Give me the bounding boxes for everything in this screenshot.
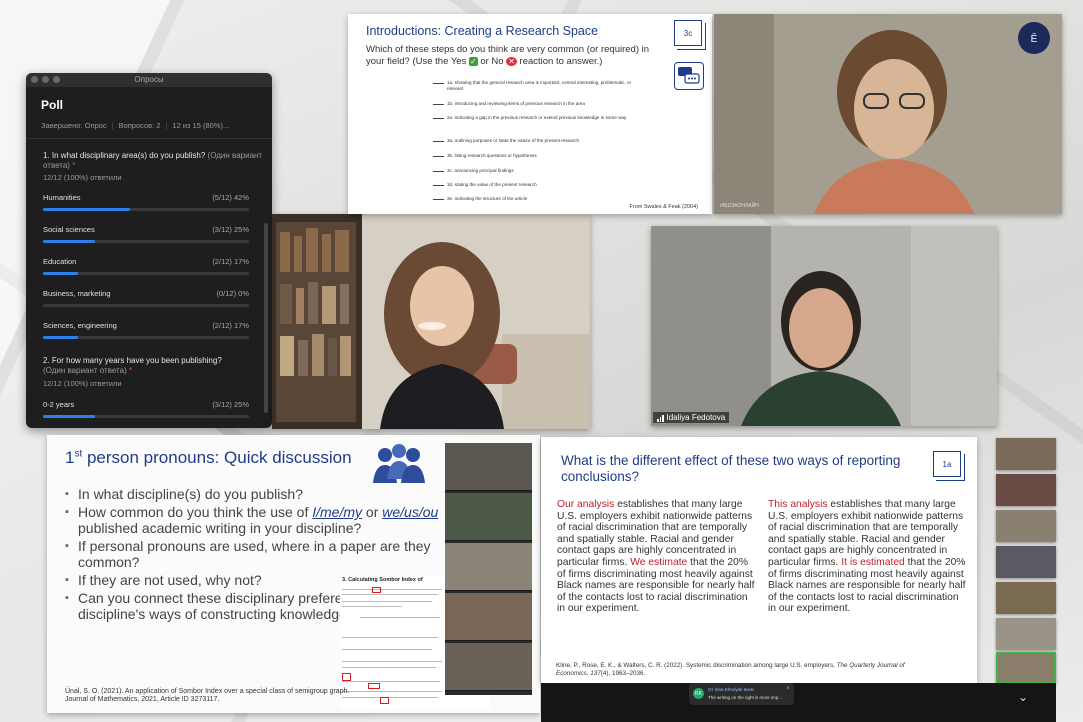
participant-thumb[interactable] bbox=[445, 593, 532, 641]
poll-titlebar: Опросы bbox=[26, 73, 272, 87]
slide-step: 2a. indicating a gap in the previous res… bbox=[433, 115, 627, 120]
slide-question: Which of these steps do you think are ve… bbox=[366, 44, 650, 67]
poll-option-bar bbox=[43, 336, 79, 339]
poll-questions-count: Вопросов: 2 bbox=[118, 121, 161, 130]
poll-option: 0-2 years (3/12) 25% bbox=[43, 400, 249, 420]
participant-thumb[interactable] bbox=[445, 543, 532, 591]
participant-thumb[interactable] bbox=[445, 493, 532, 541]
video-presenter-frame bbox=[272, 214, 590, 429]
highlight-box bbox=[380, 697, 389, 704]
poll-option: Business, marketing (0/12) 0% bbox=[43, 289, 249, 309]
highlight-box bbox=[368, 683, 380, 689]
meeting-bottom-bar bbox=[541, 683, 1056, 722]
poll-option: Humanities (5/12) 42% bbox=[43, 193, 249, 213]
poll-meta: Завершено: Опрос | Вопросов: 2 | 12 из 15 (8… bbox=[41, 121, 230, 130]
slide-badge: 3c bbox=[674, 20, 706, 50]
slide-step: 1a. showing that the general research ar… bbox=[433, 80, 632, 91]
video-watermark: #ВШЭАОНЛАЙН bbox=[720, 203, 759, 209]
slide-research-space: Introductions: Creating a Research Space… bbox=[348, 14, 712, 214]
slide-step: 1b. introducing and reviewing items of p… bbox=[433, 101, 585, 106]
chat-bubbles-icon bbox=[674, 62, 704, 90]
people-group-icon bbox=[373, 444, 425, 483]
gallery-thumb[interactable] bbox=[996, 474, 1056, 506]
poll-option: Sciences, engineering (2/12) 17% bbox=[43, 321, 249, 341]
video-presenter bbox=[272, 214, 590, 429]
bullet-item: In what discipline(s) do you publish? bbox=[65, 486, 485, 502]
slide-title: Introductions: Creating a Research Space bbox=[366, 24, 599, 38]
video-idaliya-frame bbox=[651, 226, 997, 426]
slide-step: 3e. indicating the structure of the arti… bbox=[433, 196, 528, 201]
participant-thumb[interactable] bbox=[445, 643, 532, 691]
slide-step: 3d. stating the value of the present res… bbox=[433, 182, 537, 187]
slide-title: What is the different effect of these tw… bbox=[561, 453, 901, 484]
gallery-thumb[interactable] bbox=[996, 510, 1056, 542]
chat-notification[interactable]: RK От Irina Khrulyak всем The writing on… bbox=[689, 683, 794, 705]
poll-title: Poll bbox=[41, 98, 64, 112]
poll-q1-answered: 12/12 (100%) ответили bbox=[43, 173, 122, 182]
chat-sender: От Irina Khrulyak всем bbox=[708, 687, 754, 692]
video-participant-top-right: Ӗ #ВШЭАОНЛАЙН bbox=[714, 14, 1062, 214]
poll-option-bar bbox=[43, 240, 95, 243]
gallery-thumb[interactable] bbox=[996, 582, 1056, 614]
gallery-thumb-active[interactable] bbox=[996, 652, 1056, 684]
participant-name-tag: Idaliya Fedotova bbox=[653, 412, 730, 423]
poll-window: Опросы Poll Завершено: Опрос | Вопросов: 2… bbox=[26, 73, 272, 428]
poll-option-bar bbox=[43, 415, 95, 418]
poll-option-bar bbox=[43, 272, 79, 275]
gallery-thumb[interactable] bbox=[996, 618, 1056, 650]
poll-progress: 12 из 15 (80%)... bbox=[172, 121, 230, 130]
chevron-down-icon[interactable]: ⌄ bbox=[1018, 690, 1028, 704]
slide-source: From Swales & Feak (2004) bbox=[629, 204, 698, 210]
participant-thumbnails bbox=[445, 443, 532, 695]
slide-title: 1st person pronouns: Quick discussion bbox=[65, 448, 352, 467]
slide-reference: Ünal, S. O. (2021). An application of So… bbox=[65, 688, 350, 703]
video-idaliya: Idaliya Fedotova bbox=[651, 226, 997, 426]
poll-status: Завершено: Опрос bbox=[41, 121, 107, 130]
slide-reference: Kline, P., Rose, E. K., & Walters, C. R.… bbox=[556, 662, 905, 677]
slide-badge: 1a bbox=[933, 451, 965, 481]
poll-option: Education (2/12) 17% bbox=[43, 257, 249, 277]
window-close-icon[interactable] bbox=[31, 76, 38, 83]
window-minimize-icon[interactable] bbox=[42, 76, 49, 83]
slide-step: 3a. outlining purposes or state the natu… bbox=[433, 138, 580, 143]
highlight-box bbox=[372, 587, 381, 593]
slide-pronouns: 1st person pronouns: Quick discussion In… bbox=[47, 435, 540, 713]
slide-reporting-conclusions: What is the different effect of these tw… bbox=[541, 437, 977, 683]
slide-step: 3b. listing research questions or hypoth… bbox=[433, 153, 537, 158]
poll-question-2: 2. For how many years have you been publ… bbox=[43, 356, 222, 375]
hse-logo-icon: Ӗ bbox=[1031, 32, 1038, 45]
chat-message: The writing on the right is more imp... bbox=[708, 695, 783, 700]
poll-q2-answered: 12/12 (100%) ответили bbox=[43, 379, 122, 388]
poll-scrollbar[interactable] bbox=[264, 223, 268, 413]
poll-question-1: 1. In what disciplinary area(s) do you p… bbox=[43, 151, 263, 170]
bullet-item: How common do you think the use of I/me/… bbox=[65, 504, 485, 536]
slide-step: 3c. announcing principal findings bbox=[433, 168, 514, 173]
video-top-right-frame: Ӗ bbox=[714, 14, 1062, 214]
signal-icon bbox=[657, 415, 664, 422]
poll-option: Social sciences (3/12) 25% bbox=[43, 225, 249, 245]
close-icon[interactable]: × bbox=[786, 686, 790, 692]
poll-window-title: Опросы bbox=[134, 75, 164, 84]
participant-thumb[interactable] bbox=[445, 443, 532, 491]
bullet-item: If personal pronouns are used, where in … bbox=[65, 538, 485, 570]
window-maximize-icon[interactable] bbox=[53, 76, 60, 83]
checkmark-icon: ✓ bbox=[468, 57, 478, 66]
conclusion-right: This analysis establishes that many larg… bbox=[768, 499, 966, 615]
gallery-thumb[interactable] bbox=[996, 546, 1056, 578]
paper-heading: 3. Calculating Sombor Index of bbox=[342, 577, 423, 583]
conclusion-left: Our analysis establishes that many large… bbox=[557, 499, 755, 615]
avatar: RK bbox=[693, 688, 704, 699]
cross-icon: ✕ bbox=[506, 57, 517, 66]
highlight-box bbox=[342, 673, 351, 681]
poll-option-bar bbox=[43, 208, 130, 211]
gallery-thumb[interactable] bbox=[996, 438, 1056, 470]
